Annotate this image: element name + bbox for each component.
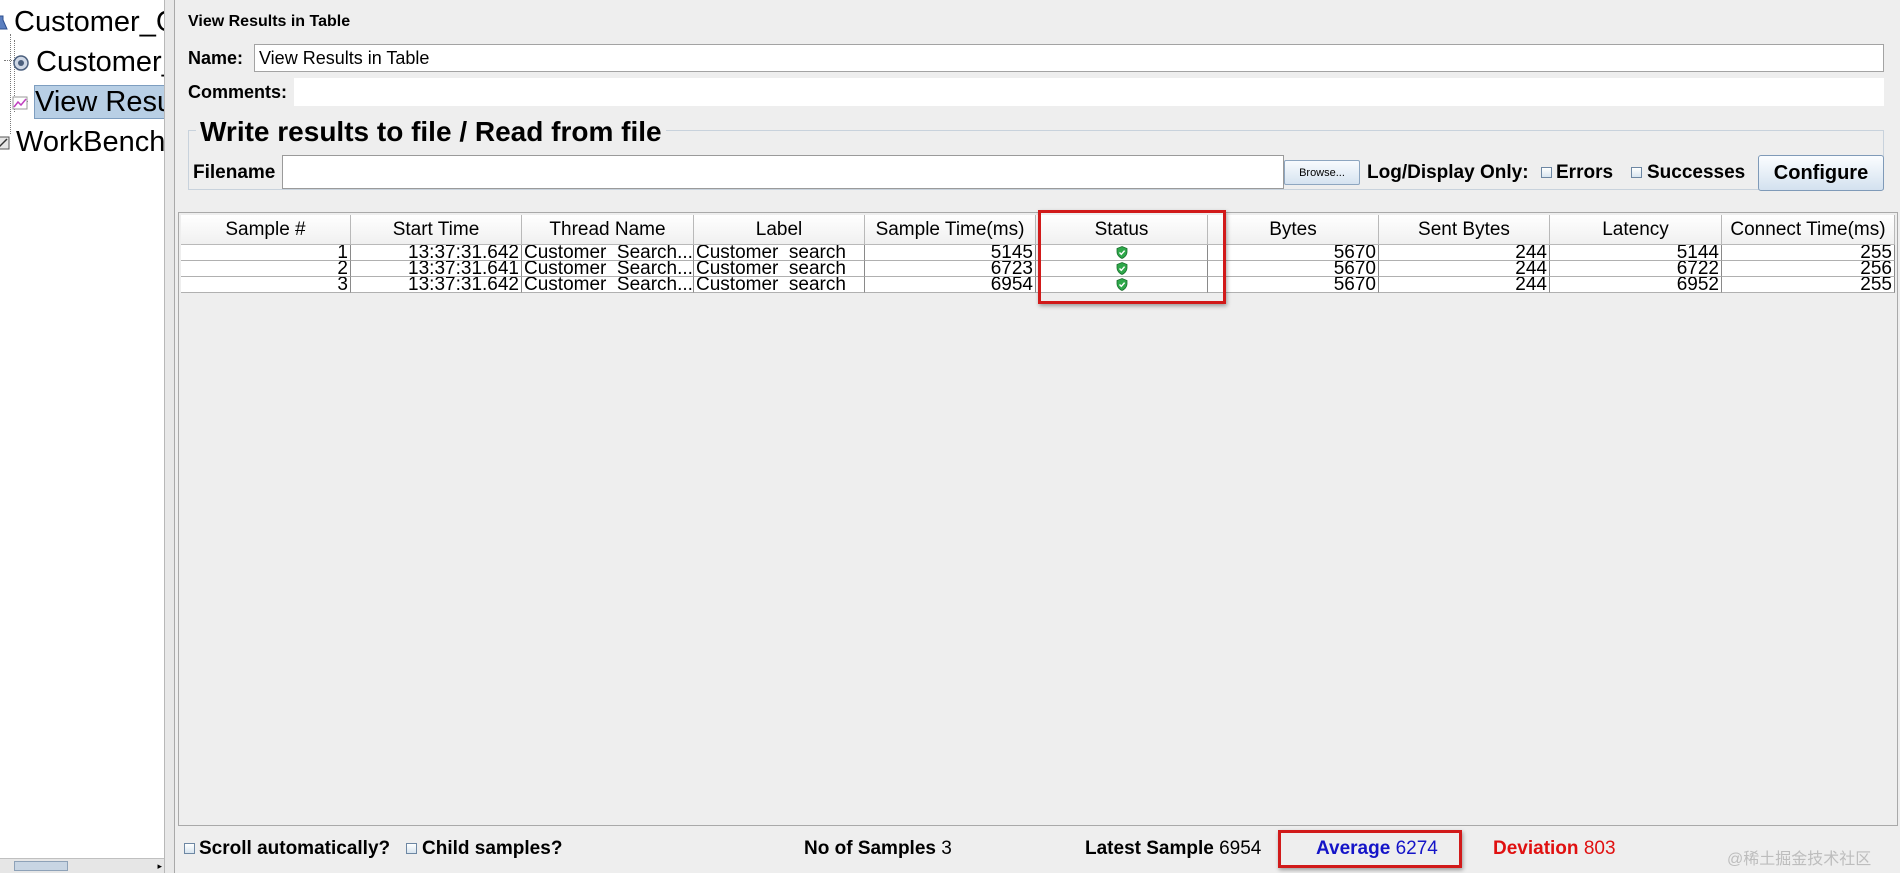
workbench-icon <box>0 136 10 150</box>
cell-latency: 6722 <box>1550 261 1722 277</box>
file-section-title: Write results to file / Read from file <box>196 116 666 148</box>
column-header[interactable]: Latency <box>1550 215 1722 245</box>
test-plan-icon <box>0 15 8 30</box>
configure-button[interactable]: Configure <box>1758 155 1884 191</box>
tree-item-label-selected: View Resu <box>34 85 164 119</box>
cell-connect-time: 255 <box>1722 277 1895 293</box>
panel-title: View Results in Table <box>188 13 351 30</box>
cell-connect-time: 255 <box>1722 245 1895 261</box>
column-header[interactable]: Label <box>694 215 865 245</box>
cell-bytes: 5670 <box>1208 245 1379 261</box>
column-header[interactable]: Sample # <box>181 215 351 245</box>
cell-sample-number: 3 <box>181 277 351 293</box>
cell-sample-time: 6954 <box>865 277 1036 293</box>
latest-sample-value: 6954 <box>1219 838 1262 859</box>
child-samples-label: Child samples? <box>422 838 563 859</box>
column-header[interactable]: Sample Time(ms) <box>865 215 1036 245</box>
cell-sent-bytes: 244 <box>1379 245 1550 261</box>
cell-thread-name: Customer_Search... <box>522 277 694 293</box>
tree-item-label: WorkBench <box>16 126 165 158</box>
log-display-label: Log/Display Only: <box>1367 162 1529 183</box>
latest-sample-label: Latest Sample <box>1085 838 1214 859</box>
tree-item-label: Customer_C <box>14 6 165 38</box>
scrollbar-thumb[interactable] <box>14 861 68 871</box>
view-results-panel: View Results in Table Name: Comments: Wr… <box>176 0 1900 873</box>
no-of-samples: No of Samples 3 <box>804 838 952 860</box>
name-field[interactable] <box>254 44 1884 72</box>
cell-bytes: 5670 <box>1208 261 1379 277</box>
pane-splitter[interactable] <box>165 0 175 873</box>
test-plan-tree[interactable]: Customer_C Customer_ View Resu WorkBench… <box>0 0 165 873</box>
latest-sample: Latest Sample 6954 <box>1085 838 1261 860</box>
successes-label: Successes <box>1647 162 1746 183</box>
cell-start-time: 13:37:31.642 <box>351 277 522 293</box>
comments-field[interactable] <box>294 78 1884 106</box>
column-header[interactable]: Connect Time(ms) <box>1722 215 1895 245</box>
no-of-samples-label: No of Samples <box>804 838 936 859</box>
cell-sent-bytes: 244 <box>1379 277 1550 293</box>
tree-item-workbench[interactable]: WorkBench <box>0 124 165 160</box>
cell-thread-name: Customer_Search... <box>522 261 694 277</box>
average-highlight-box <box>1278 830 1462 868</box>
cell-thread-name: Customer_Search... <box>522 245 694 261</box>
scroll-automatically-label: Scroll automatically? <box>199 838 391 859</box>
cell-label: Customer_search <box>694 245 865 261</box>
name-label: Name: <box>188 48 244 68</box>
results-footer: Scroll automatically? Child samples? No … <box>176 830 1900 873</box>
listener-icon <box>12 96 28 110</box>
tree-horizontal-scrollbar[interactable]: ▸ <box>0 858 164 873</box>
column-header[interactable]: Thread Name <box>522 215 694 245</box>
cell-sample-time: 6723 <box>865 261 1036 277</box>
column-header[interactable]: Sent Bytes <box>1379 215 1550 245</box>
filename-field[interactable] <box>282 155 1284 189</box>
deviation-value: 803 <box>1583 838 1616 859</box>
tree-item-label: Customer_ <box>36 46 165 78</box>
deviation-label: Deviation <box>1493 838 1579 859</box>
comments-label: Comments: <box>188 82 288 102</box>
filename-label: Filename <box>193 162 276 183</box>
column-header[interactable]: Bytes <box>1208 215 1379 245</box>
cell-latency: 6952 <box>1550 277 1722 293</box>
errors-checkbox[interactable] <box>1541 167 1552 178</box>
tree-item-view-results[interactable]: View Resu <box>12 84 164 120</box>
sample-time-highlight-box <box>1038 210 1226 304</box>
cell-bytes: 5670 <box>1208 277 1379 293</box>
cell-start-time: 13:37:31.641 <box>351 261 522 277</box>
tree-item-test-plan[interactable]: Customer_C <box>0 4 165 40</box>
tree-item-thread-group[interactable]: Customer_ <box>12 44 165 80</box>
results-table[interactable]: Sample # Start Time Thread Name Label Sa… <box>178 212 1898 826</box>
deviation: Deviation 803 <box>1493 838 1616 860</box>
browse-button[interactable]: Browse... <box>1284 160 1360 185</box>
thread-group-icon <box>13 55 29 72</box>
cell-label: Customer_search <box>694 261 865 277</box>
cell-label: Customer_search <box>694 277 865 293</box>
watermark: @稀土掘金技术社区 <box>1727 851 1872 868</box>
cell-sample-number: 1 <box>181 245 351 261</box>
cell-sample-time: 5145 <box>865 245 1036 261</box>
cell-connect-time: 256 <box>1722 261 1895 277</box>
errors-label: Errors <box>1556 162 1614 183</box>
no-of-samples-value: 3 <box>941 838 952 859</box>
cell-start-time: 13:37:31.642 <box>351 245 522 261</box>
scroll-automatically-checkbox[interactable] <box>184 843 195 854</box>
cell-sample-number: 2 <box>181 261 351 277</box>
cell-latency: 5144 <box>1550 245 1722 261</box>
scroll-right-arrow-icon[interactable]: ▸ <box>157 861 162 871</box>
child-samples-checkbox[interactable] <box>406 843 417 854</box>
column-header[interactable]: Start Time <box>351 215 522 245</box>
cell-sent-bytes: 244 <box>1379 261 1550 277</box>
successes-checkbox[interactable] <box>1631 167 1642 178</box>
